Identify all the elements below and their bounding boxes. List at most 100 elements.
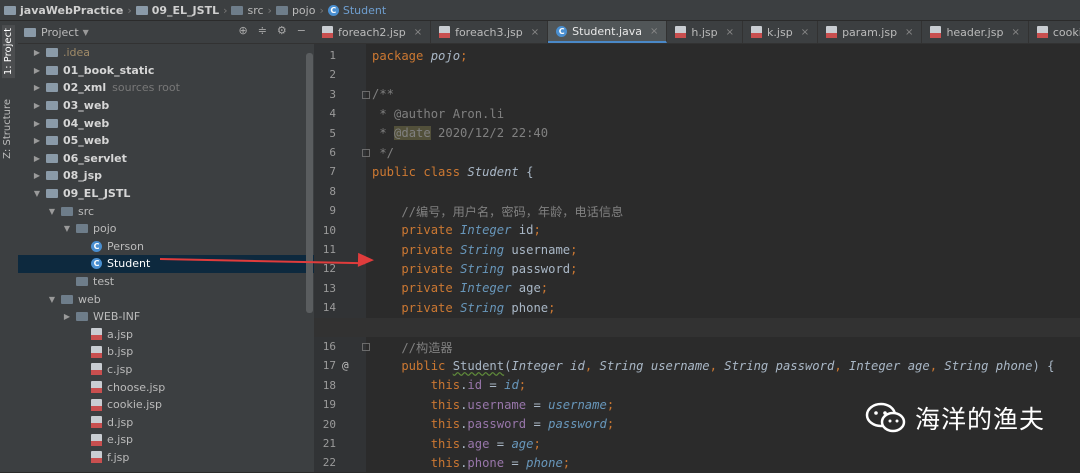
project-view-selector[interactable]: Project — [41, 26, 79, 39]
editor-tab[interactable]: foreach2.jsp × — [314, 21, 432, 43]
code-line[interactable]: private Integer id; — [372, 221, 540, 240]
close-icon[interactable]: × — [414, 27, 422, 38]
project-tree: ▶ .idea ▶ 01_book_static ▶ 02_xml sources root… — [18, 44, 314, 466]
folder-icon — [76, 277, 88, 287]
project-tree-item[interactable]: ▶ 05_web — [18, 132, 314, 150]
expand-arrow-icon[interactable]: ▼ — [47, 295, 57, 304]
code-line[interactable]: this. age = age; — [372, 434, 541, 453]
project-tree-item[interactable]: ▶ 01_book_static — [18, 62, 314, 80]
fold-toggle-icon[interactable] — [362, 90, 370, 99]
project-tree-item[interactable]: ▶ .idea — [18, 44, 314, 62]
project-tree-item[interactable]: b.jsp — [18, 343, 314, 361]
line-number: 13 — [322, 281, 336, 295]
code-line[interactable]: //编号，用户名，密码，年龄，电话信息 — [372, 201, 623, 220]
project-tree-item[interactable]: choose.jsp — [18, 378, 314, 396]
fold-toggle-icon[interactable] — [362, 149, 370, 157]
collapse-arrow-icon[interactable]: ▶ — [32, 136, 42, 145]
code-line[interactable]: * @date 2020/12/2 22:40 — [372, 124, 548, 143]
close-icon[interactable]: × — [650, 26, 658, 37]
gear-icon[interactable]: ⚙ — [277, 24, 287, 37]
project-tree-item-label: 06_servlet — [63, 151, 127, 165]
project-tree-item[interactable]: ▶ 02_xml sources root — [18, 79, 314, 97]
structure-tool-tab[interactable]: Z: Structure — [2, 99, 13, 159]
breadcrumb-item-project[interactable]: javaWebPractice — [4, 4, 123, 17]
code-line[interactable]: package pojo; — [372, 46, 467, 65]
minimize-icon[interactable]: − — [297, 24, 306, 37]
project-tree-item[interactable]: ▼ 09_EL_JSTL — [18, 185, 314, 203]
project-tree-item[interactable]: f.jsp — [18, 449, 314, 467]
close-icon[interactable]: × — [1011, 27, 1019, 38]
project-tree-item[interactable]: ▼ src — [18, 202, 314, 220]
collapse-arrow-icon[interactable]: ▶ — [32, 119, 42, 128]
project-tree-item[interactable]: ▶ WEB-INF — [18, 308, 314, 326]
expand-arrow-icon[interactable]: ▼ — [62, 224, 72, 233]
project-tree-item[interactable]: e.jsp — [18, 431, 314, 449]
editor-tab[interactable]: C Student.java × — [548, 21, 668, 43]
collapse-arrow-icon[interactable]: ▶ — [32, 83, 42, 92]
project-tree-item-label: e.jsp — [107, 433, 134, 447]
code-line[interactable]: private String username; — [372, 240, 577, 259]
breadcrumb-item-module[interactable]: 09_EL_JSTL — [135, 4, 219, 17]
locate-icon[interactable]: ⊕ — [238, 24, 247, 37]
editor-tab[interactable]: h.jsp × — [667, 21, 744, 43]
code-line[interactable]: private String phone; — [372, 298, 555, 317]
expand-arrow-icon[interactable]: ▼ — [47, 207, 57, 216]
breadcrumb-item-class[interactable]: C Student — [327, 4, 386, 17]
jsp-icon — [675, 26, 687, 38]
code-line[interactable]: /** — [372, 85, 394, 104]
code-line[interactable]: * @author Aron.li — [372, 104, 504, 123]
project-tree-item[interactable]: ▶ 06_servlet — [18, 150, 314, 168]
code-line[interactable]: private String password; — [372, 259, 577, 278]
code-line[interactable]: this. password = password; — [372, 415, 614, 434]
collapse-arrow-icon[interactable]: ▶ — [32, 101, 42, 110]
close-icon[interactable]: × — [726, 27, 734, 38]
editor-tab[interactable]: k.jsp × — [743, 21, 819, 43]
project-tree-item-label: 08_jsp — [63, 169, 102, 183]
project-tree-item[interactable]: ▼ pojo — [18, 220, 314, 238]
code-line[interactable]: this. username = username; — [372, 395, 614, 414]
project-tree-item[interactable]: C Person — [18, 238, 314, 256]
code-line[interactable]: public Student(Integer id, String userna… — [372, 356, 1054, 375]
project-tree-item[interactable]: ▶ 04_web — [18, 114, 314, 132]
code-line[interactable]: this. phone = phone; — [372, 453, 570, 472]
collapse-arrow-icon[interactable]: ▶ — [62, 312, 72, 321]
breadcrumb-item-package[interactable]: pojo — [275, 4, 315, 17]
project-tree-item[interactable]: ▶ 03_web — [18, 97, 314, 115]
close-icon[interactable]: × — [531, 27, 539, 38]
close-icon[interactable]: × — [905, 27, 913, 38]
breadcrumb-item-src[interactable]: src — [231, 4, 264, 17]
chevron-down-icon[interactable]: ▼ — [83, 28, 89, 37]
collapse-all-icon[interactable]: ≑ — [258, 24, 267, 37]
code-line[interactable]: this. id = id; — [372, 376, 526, 395]
project-panel: Project ▼ ⊕ ≑ ⚙ − ▶ .idea ▶ 01_book_static ▶… — [18, 21, 314, 472]
editor-tab[interactable]: foreach3.jsp × — [431, 21, 549, 43]
code-line[interactable]: private Integer age; — [372, 279, 548, 298]
collapse-arrow-icon[interactable]: ▶ — [32, 48, 42, 57]
collapse-arrow-icon[interactable]: ▶ — [32, 171, 42, 180]
close-icon[interactable]: × — [801, 27, 809, 38]
project-tree-item[interactable]: a.jsp — [18, 326, 314, 344]
project-tree-item[interactable]: d.jsp — [18, 413, 314, 431]
project-tree-item[interactable]: ▼ web — [18, 290, 314, 308]
expand-arrow-icon[interactable]: ▼ — [32, 189, 42, 198]
code-line[interactable]: //构造器 — [372, 337, 452, 356]
project-tree-item[interactable]: c.jsp — [18, 361, 314, 379]
editor-tab[interactable]: header.jsp × — [922, 21, 1029, 43]
editor-tab[interactable]: cookie.jsp× — [1029, 21, 1080, 43]
jsp-file-icon — [91, 433, 102, 446]
folder-icon — [135, 5, 148, 15]
line-number: 20 — [322, 417, 336, 431]
editor-tab[interactable]: param.jsp × — [818, 21, 923, 43]
collapse-arrow-icon[interactable]: ▶ — [32, 154, 42, 163]
project-scrollbar[interactable] — [306, 53, 313, 313]
project-tool-tab[interactable]: 1: Project — [2, 25, 15, 79]
code-line[interactable]: */ — [372, 143, 394, 162]
project-tree-item[interactable]: test — [18, 273, 314, 291]
line-number: 8 — [329, 184, 336, 198]
fold-toggle-icon[interactable] — [362, 343, 370, 351]
annotation-gutter-icon[interactable]: @ — [342, 359, 349, 372]
code-line[interactable]: public class Student { — [372, 162, 533, 181]
project-tree-item[interactable]: ▶ 08_jsp — [18, 167, 314, 185]
collapse-arrow-icon[interactable]: ▶ — [32, 66, 42, 75]
project-tree-item[interactable]: cookie.jsp — [18, 396, 314, 414]
